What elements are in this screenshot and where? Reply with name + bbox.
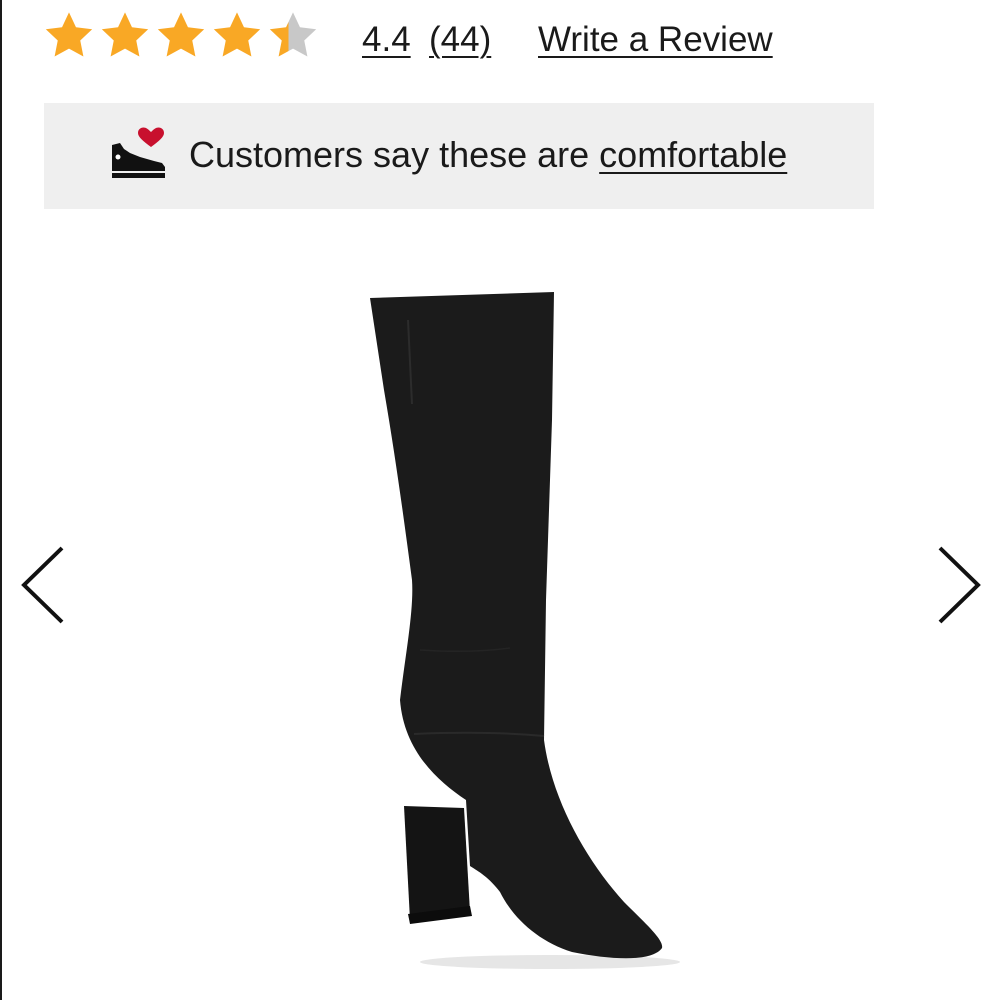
partial-star-icon — [269, 12, 317, 57]
rating-row: 4.4 (44) Write a Review — [42, 6, 942, 66]
comfort-banner: Customers say these are comfortable — [44, 103, 874, 209]
star-icon — [213, 12, 261, 57]
star-icon — [45, 12, 93, 57]
chevron-right-icon[interactable] — [928, 540, 988, 630]
product-image[interactable] — [300, 280, 720, 980]
comfort-message-text: Customers say these are — [189, 134, 600, 175]
shoe-heart-icon — [112, 127, 165, 178]
comfort-message: Customers say these are comfortable — [189, 131, 787, 179]
rating-value[interactable]: 4.4 — [362, 18, 411, 62]
star-rating[interactable] — [42, 8, 320, 64]
star-icon — [101, 12, 149, 57]
write-review-link[interactable]: Write a Review — [538, 18, 773, 62]
star-icon — [157, 12, 205, 57]
comfortable-link[interactable]: comfortable — [599, 134, 787, 175]
chevron-left-icon[interactable] — [14, 540, 74, 630]
review-count-link[interactable]: (44) — [429, 18, 491, 62]
page-left-border — [0, 0, 2, 1000]
